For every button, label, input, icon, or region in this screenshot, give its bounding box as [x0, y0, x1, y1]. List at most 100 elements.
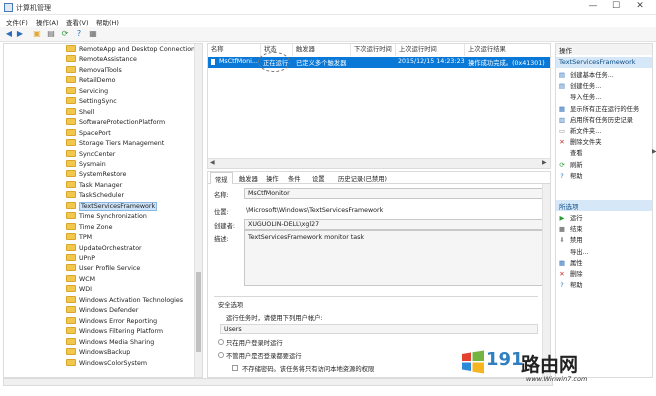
- maximize-button[interactable]: ☐: [604, 0, 628, 14]
- task-list[interactable]: 名称 状态 触发器 下次运行时间 上次运行时间 上次运行结果 MsCtfMoni…: [207, 43, 551, 169]
- column-last-result[interactable]: 上次运行结果: [465, 44, 550, 56]
- action-item[interactable]: ▤ 创建基本任务...: [558, 70, 614, 80]
- horizontal-scrollbar[interactable]: [3, 378, 553, 386]
- action-item[interactable]: ▶ 运行: [558, 213, 583, 223]
- action-item[interactable]: ▦ 显示所有正在运行的任务: [558, 104, 639, 114]
- actions-subheader[interactable]: TextServicesFramework: [556, 57, 652, 68]
- minimize-button[interactable]: —: [581, 0, 605, 14]
- action-item[interactable]: ▦ 属性: [558, 258, 583, 268]
- details-scrollbar[interactable]: [542, 184, 550, 377]
- tree-item[interactable]: WindowsColorSystem: [66, 358, 147, 370]
- tree-item[interactable]: WindowsBackup: [66, 348, 130, 359]
- tab-history[interactable]: 历史记录(已禁用): [338, 174, 387, 183]
- tree-item[interactable]: Time Synchronization: [66, 212, 147, 223]
- action-item[interactable]: ? 帮助: [558, 171, 582, 181]
- properties-icon[interactable]: ▦: [88, 29, 98, 39]
- tree-scroll-thumb[interactable]: [196, 272, 201, 352]
- back-icon[interactable]: ◀: [4, 29, 14, 39]
- tab-actions[interactable]: 操作: [266, 174, 279, 183]
- tree-item[interactable]: Windows Activation Technologies: [66, 295, 183, 307]
- task-scheduler-tree[interactable]: RemoteApp and Desktop Connections RemoteA…: [3, 43, 203, 378]
- tree-item[interactable]: Windows Media Sharing: [66, 337, 154, 349]
- tree-item[interactable]: Storage Tiers Management: [66, 139, 164, 150]
- tree-item[interactable]: Task Manager: [66, 180, 122, 192]
- tree-item[interactable]: Windows Filtering Platform: [66, 327, 163, 338]
- action-item[interactable]: ✕ 删除: [558, 269, 582, 279]
- author-field[interactable]: XUGUOLIN-DELL\xgl27: [244, 219, 544, 230]
- folder-icon: [66, 55, 76, 63]
- action-item[interactable]: 查看 ▶: [570, 148, 656, 158]
- tab-settings[interactable]: 设置: [312, 174, 325, 183]
- tree-item[interactable]: Windows Defender: [66, 306, 138, 317]
- tree-item[interactable]: User Profile Service: [66, 264, 140, 275]
- tree-item[interactable]: Shell: [66, 107, 94, 119]
- task-list-scrollbar[interactable]: ◀ ▶: [208, 158, 550, 168]
- action-item[interactable]: ? 帮助: [558, 280, 582, 290]
- action-item[interactable]: ▤ 创建任务...: [558, 81, 601, 91]
- tree-item[interactable]: UpdateOrchestrator: [66, 243, 142, 255]
- checkbox-no-password[interactable]: [232, 365, 238, 371]
- scroll-right-icon[interactable]: ▶: [542, 159, 547, 166]
- tree-item[interactable]: UPnP: [66, 254, 95, 265]
- description-field[interactable]: TextServicesFramework monitor task: [244, 230, 544, 286]
- actions-pane: 操作 TextServicesFramework ▤ 创建基本任务... ▤ 创建任务…: [555, 43, 656, 378]
- tree-item[interactable]: SoftwareProtectionPlatform: [66, 118, 165, 129]
- tree-item[interactable]: Time Zone: [66, 222, 112, 234]
- tree-item[interactable]: SystemRestore: [66, 170, 126, 181]
- forward-icon[interactable]: ▶: [15, 29, 25, 39]
- action-item[interactable]: ■ 结束: [558, 224, 583, 234]
- refresh-icon[interactable]: ⟳: [60, 29, 70, 39]
- author-label: 创建者:: [214, 223, 236, 230]
- tree-item[interactable]: TextServicesFramework: [66, 201, 158, 213]
- name-field[interactable]: MsCtfMonitor: [244, 188, 544, 199]
- show-hide-tree-icon[interactable]: ▤: [46, 29, 56, 39]
- tree-item[interactable]: SyncCenter: [66, 149, 115, 161]
- menu-action[interactable]: 操作(A): [36, 17, 59, 27]
- action-item[interactable]: 导出...: [570, 247, 589, 257]
- stop-icon: ■: [558, 225, 566, 234]
- action-item[interactable]: ▥ 启用所有任务历史记录: [558, 115, 633, 125]
- tree-item[interactable]: TPM: [66, 233, 92, 244]
- tab-triggers[interactable]: 触发器: [239, 174, 258, 183]
- folder-icon: [66, 107, 76, 115]
- tree-item[interactable]: WCM: [66, 274, 95, 286]
- help-icon[interactable]: ?: [74, 29, 84, 39]
- tab-conditions[interactable]: 条件: [288, 174, 301, 183]
- column-name[interactable]: 名称: [208, 44, 261, 56]
- tree-item[interactable]: Windows Error Reporting: [66, 316, 157, 328]
- menu-view[interactable]: 查看(V): [66, 17, 89, 27]
- tree-scrollbar[interactable]: [194, 44, 202, 377]
- folder-icon: [66, 45, 76, 52]
- column-next-run[interactable]: 下次运行时间: [351, 44, 396, 56]
- scroll-left-icon[interactable]: ◀: [210, 159, 215, 166]
- up-folder-icon[interactable]: ▣: [32, 29, 42, 39]
- user-account-field[interactable]: Users: [220, 324, 538, 334]
- details-tab-bar: 常规 触发器 操作 条件 设置 历史记录(已禁用): [208, 172, 550, 184]
- menu-help[interactable]: 帮助(H): [96, 17, 119, 27]
- tree-item[interactable]: Servicing: [66, 86, 108, 98]
- close-button[interactable]: ✕: [628, 0, 652, 14]
- action-item[interactable]: ▭ 新文件夹...: [558, 126, 601, 136]
- action-item[interactable]: ✕ 删除文件夹: [558, 137, 601, 147]
- tree-item[interactable]: WDI: [66, 285, 92, 296]
- action-item-label: 新文件夹...: [570, 128, 602, 135]
- selected-item-header[interactable]: 所选项: [556, 200, 652, 211]
- column-last-run[interactable]: 上次运行时间: [396, 44, 465, 56]
- tree-item[interactable]: TaskScheduler: [66, 191, 124, 202]
- tree-item[interactable]: RemoteAssistance: [66, 55, 137, 66]
- tab-general[interactable]: 常规: [210, 172, 233, 184]
- tree-item[interactable]: RemovalTools: [66, 65, 122, 77]
- tree-item[interactable]: RetailDemo: [66, 76, 116, 87]
- action-item[interactable]: ⬇ 禁用: [558, 235, 582, 245]
- action-item-label: 结束: [570, 226, 583, 234]
- radio-any-user[interactable]: [218, 352, 224, 358]
- action-item[interactable]: 导入任务...: [570, 92, 601, 102]
- menu-file[interactable]: 文件(F): [6, 17, 28, 27]
- tree-item[interactable]: RemoteApp and Desktop Connections: [66, 45, 198, 56]
- action-item[interactable]: ⟳ 刷新: [558, 160, 582, 170]
- tree-item[interactable]: SettingSync: [66, 97, 117, 108]
- column-trigger[interactable]: 触发器: [293, 44, 351, 56]
- tree-item[interactable]: Sysmain: [66, 159, 106, 171]
- radio-logged-on[interactable]: [218, 339, 224, 345]
- tree-item[interactable]: SpacePort: [66, 128, 111, 140]
